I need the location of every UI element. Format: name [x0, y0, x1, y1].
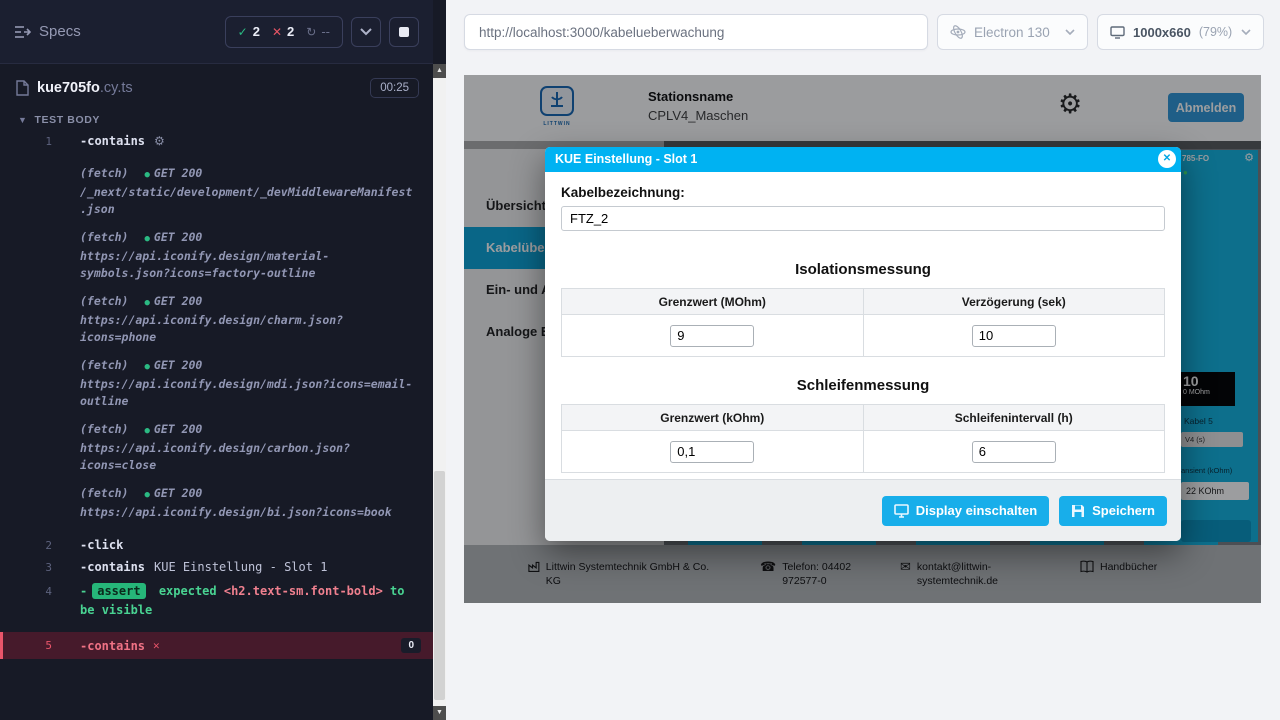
- test-body-label: TEST BODY: [35, 114, 101, 126]
- cypress-reporter: Specs ✓2 ✕2 ↻--: [0, 0, 446, 720]
- cable-name-input[interactable]: [561, 206, 1165, 231]
- column-header: Schleifenintervall (h): [863, 405, 1165, 431]
- monitor-icon: [1110, 26, 1125, 39]
- electron-icon: [950, 24, 966, 40]
- pending-icon: ↻: [306, 25, 316, 39]
- dialog-header: KUE Einstellung - Slot 1 ✕: [545, 147, 1181, 172]
- command-row[interactable]: 1 -contains ⚙: [0, 130, 433, 152]
- viewport-select[interactable]: 1000x660 (79%): [1097, 14, 1264, 50]
- network-log[interactable]: (fetch)●GET 200 https://api.iconify.desi…: [80, 485, 413, 521]
- kue-settings-dialog: KUE Einstellung - Slot 1 ✕ Kabelbezeichn…: [545, 147, 1181, 541]
- column-header: Verzögerung (sek): [863, 289, 1165, 315]
- screen: Specs ✓2 ✕2 ↻--: [0, 0, 1280, 720]
- column-header: Grenzwert (kOhm): [562, 405, 864, 431]
- gear-icon: ⚙: [154, 134, 165, 148]
- network-log[interactable]: (fetch)●GET 200 https://api.iconify.desi…: [80, 293, 413, 346]
- save-button[interactable]: Speichern: [1059, 496, 1167, 526]
- network-log[interactable]: (fetch)●GET 200 https://api.iconify.desi…: [80, 229, 413, 282]
- stop-tests-button[interactable]: [389, 17, 419, 47]
- table-cell: [562, 315, 864, 357]
- table-cell: [863, 431, 1165, 473]
- spec-file-row[interactable]: kue705fo .cy.ts 00:25: [0, 64, 433, 106]
- chevron-down-icon: ▼: [18, 115, 28, 125]
- test-body-toggle[interactable]: ▼ TEST BODY: [0, 106, 433, 130]
- browser-select[interactable]: Electron 130: [937, 14, 1088, 50]
- scroll-up-icon[interactable]: ▲: [433, 64, 446, 78]
- network-log[interactable]: (fetch)●GET 200 https://api.iconify.desi…: [80, 421, 413, 474]
- stat-passed: ✓2: [238, 24, 260, 39]
- failed-icon: ✕: [272, 25, 282, 39]
- close-icon[interactable]: ✕: [1158, 150, 1176, 168]
- reporter-header: Specs ✓2 ✕2 ↻--: [0, 0, 433, 64]
- success-dot-icon: ●: [144, 362, 149, 372]
- network-log[interactable]: (fetch)●GET 200 /_next/static/developmen…: [80, 165, 413, 218]
- display-icon: [894, 504, 909, 518]
- specs-list-icon: [14, 25, 31, 39]
- column-header: Grenzwert (MOhm): [562, 289, 864, 315]
- success-dot-icon: ●: [144, 490, 149, 500]
- success-dot-icon: ●: [144, 298, 149, 308]
- dialog-body: Kabelbezeichnung: Isolationsmessung Gren…: [545, 185, 1181, 473]
- success-dot-icon: ●: [144, 426, 149, 436]
- dialog-footer: Display einschalten Speichern: [545, 479, 1181, 541]
- chevron-down-icon: [1065, 29, 1075, 35]
- specs-label: Specs: [39, 23, 81, 40]
- collapse-panel-button[interactable]: [351, 17, 381, 47]
- specs-menu-button[interactable]: Specs: [14, 23, 81, 40]
- command-row[interactable]: 2 -click: [0, 534, 433, 556]
- fail-x-icon: ✕: [153, 639, 160, 652]
- url-input[interactable]: http://localhost:3000/kabelueberwachung: [464, 14, 928, 50]
- cable-name-label: Kabelbezeichnung:: [561, 185, 1165, 200]
- table-cell: [863, 315, 1165, 357]
- stop-icon: [399, 27, 409, 37]
- network-logs: (fetch)●GET 200 /_next/static/developmen…: [0, 152, 433, 534]
- test-stats: ✓2 ✕2 ↻--: [225, 16, 343, 48]
- command-row[interactable]: 3 -contains KUE Einstellung - Slot 1: [0, 556, 433, 578]
- spec-extension: .cy.ts: [100, 80, 133, 96]
- command-row-assert[interactable]: 4 -assert expected <h2.text-sm.font-bold…: [0, 578, 433, 624]
- isolation-table: Grenzwert (MOhm) Verzögerung (sek): [561, 288, 1165, 357]
- iso-delay-input[interactable]: [972, 325, 1056, 347]
- iso-limit-input[interactable]: [670, 325, 754, 347]
- chevron-down-icon: [1241, 29, 1251, 35]
- table-cell: [562, 431, 864, 473]
- assert-selector: <h2.text-sm.font-bold>: [224, 584, 383, 598]
- spec-name: kue705fo: [37, 80, 100, 96]
- reporter-scrollbar[interactable]: ▲ ▼: [433, 64, 446, 720]
- runner-topbar: http://localhost:3000/kabelueberwachung …: [446, 0, 1280, 64]
- app-under-test: LITTWIN Stationsname CPLV4_Maschen ⚙ Abm…: [464, 75, 1261, 603]
- display-on-button[interactable]: Display einschalten: [882, 496, 1049, 526]
- assert-badge: assert: [92, 583, 145, 599]
- scrollbar-thumb[interactable]: [434, 471, 445, 701]
- loop-limit-input[interactable]: [670, 441, 754, 463]
- spec-file-icon: [16, 80, 29, 96]
- stat-failed: ✕2: [272, 24, 294, 39]
- dialog-title: KUE Einstellung - Slot 1: [545, 147, 1181, 172]
- chevron-down-icon: [360, 28, 372, 36]
- network-log[interactable]: (fetch)●GET 200 https://api.iconify.desi…: [80, 357, 413, 410]
- command-row-failed[interactable]: 5 -contains ✕ 0: [0, 632, 433, 659]
- loop-table: Grenzwert (kOhm) Schleifenintervall (h): [561, 404, 1165, 473]
- isolation-heading: Isolationsmessung: [561, 261, 1165, 278]
- passed-icon: ✓: [238, 25, 248, 39]
- loop-interval-input[interactable]: [972, 441, 1056, 463]
- test-runner-main: http://localhost:3000/kabelueberwachung …: [446, 0, 1280, 720]
- scroll-down-icon[interactable]: ▼: [433, 706, 446, 720]
- success-dot-icon: ●: [144, 234, 149, 244]
- loop-heading: Schleifenmessung: [561, 377, 1165, 394]
- floppy-disk-icon: [1071, 504, 1085, 518]
- success-dot-icon: ●: [144, 170, 149, 180]
- stat-pending: ↻--: [306, 24, 330, 39]
- retry-count-badge: 0: [401, 638, 421, 653]
- spec-timer: 00:25: [370, 78, 419, 98]
